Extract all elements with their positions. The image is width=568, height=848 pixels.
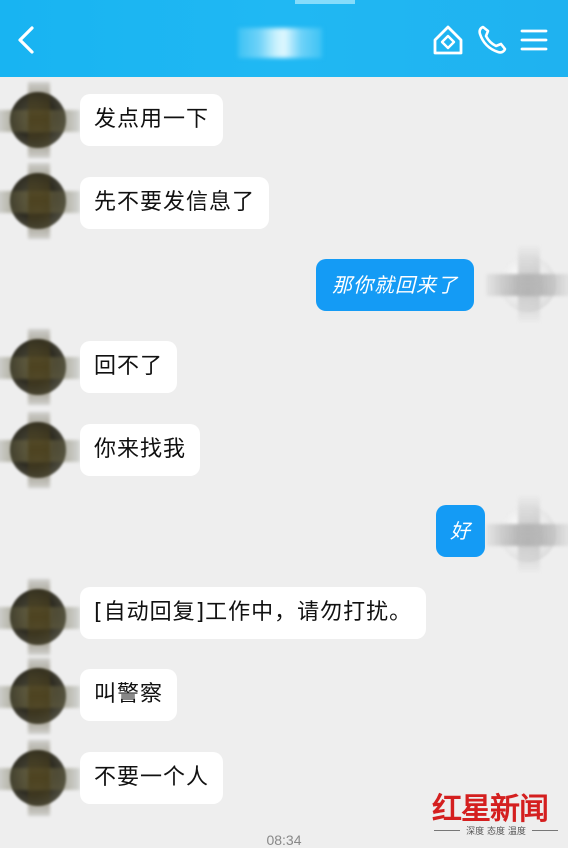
avatar[interactable] xyxy=(0,329,80,405)
avatar[interactable] xyxy=(0,412,80,488)
message-bubble: 你来找我 xyxy=(80,424,201,476)
avatar[interactable] xyxy=(0,658,80,734)
home-icon[interactable] xyxy=(430,22,466,58)
message-bubble: 回不了 xyxy=(80,341,178,393)
top-accent xyxy=(295,0,355,4)
watermark-title: 红星新闻 xyxy=(432,792,549,827)
avatar[interactable] xyxy=(0,579,80,655)
my-message-bubble: 好 xyxy=(436,505,485,557)
menu-icon[interactable] xyxy=(516,22,552,58)
message-timestamp: 08:34 xyxy=(266,832,302,848)
message-bubble: [自动回复]工作中，请勿打扰。 xyxy=(80,587,427,639)
my-message-bubble: 那你就回来了 xyxy=(316,259,474,311)
avatar[interactable] xyxy=(0,740,80,816)
phone-icon[interactable] xyxy=(474,22,510,58)
message-bubble: 先不要发信息了 xyxy=(80,177,270,229)
message-bubble: 不要一个人 xyxy=(80,752,224,804)
avatar[interactable] xyxy=(0,82,80,158)
chevron-left-icon[interactable] xyxy=(10,22,46,58)
my-avatar[interactable] xyxy=(486,496,568,572)
my-avatar[interactable] xyxy=(486,246,568,322)
top-bar xyxy=(0,0,568,77)
avatar[interactable] xyxy=(0,163,80,239)
contact-name-blurred xyxy=(238,28,322,58)
message-bubble: 发点用一下 xyxy=(80,94,224,146)
message-bubble: 叫警察 xyxy=(80,669,178,721)
